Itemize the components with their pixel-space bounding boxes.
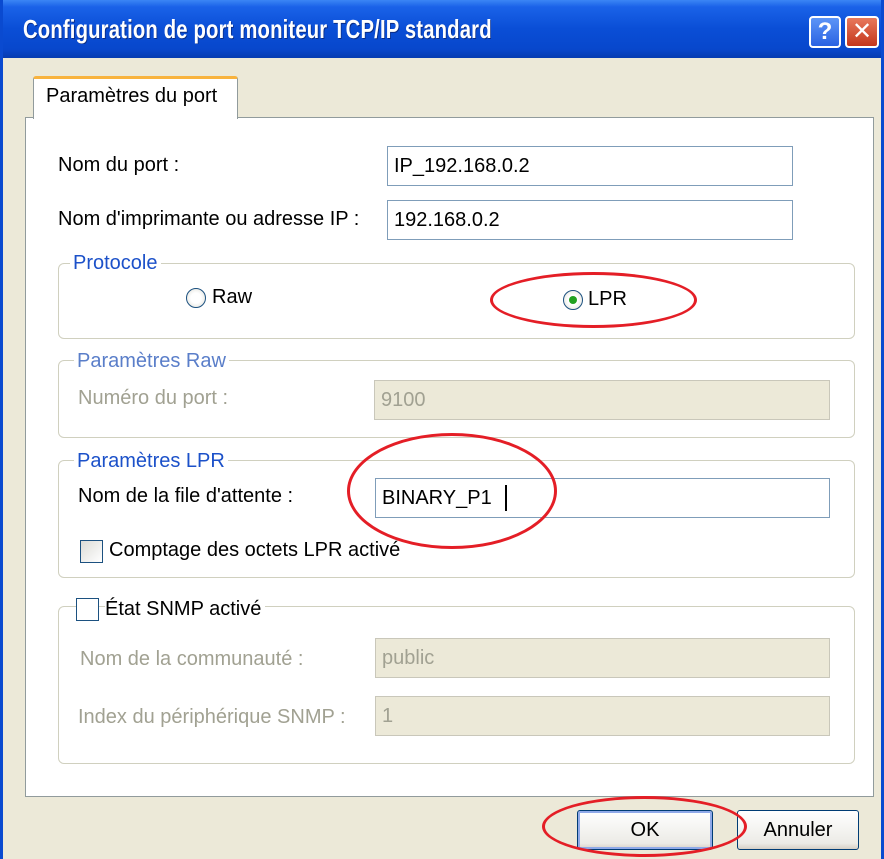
protocol-group bbox=[58, 263, 855, 339]
community-name-field: public bbox=[375, 638, 830, 678]
protocol-group-title: Protocole bbox=[70, 252, 161, 275]
lpr-byte-count-checkbox[interactable] bbox=[80, 540, 103, 563]
port-name-label: Nom du port : bbox=[58, 154, 180, 176]
queue-annotation-ellipse bbox=[347, 433, 557, 549]
community-name-label: Nom de la communauté : bbox=[80, 648, 304, 670]
raw-settings-title: Paramètres Raw bbox=[74, 350, 229, 373]
title-bar[interactable]: Configuration de port moniteur TCP/IP st… bbox=[3, 0, 881, 58]
device-index-label: Index du périphérique SNMP : bbox=[78, 706, 346, 728]
cancel-button[interactable]: Annuler bbox=[737, 810, 859, 850]
queue-name-label: Nom de la file d'attente : bbox=[78, 485, 294, 507]
lpr-settings-title: Paramètres LPR bbox=[74, 450, 228, 473]
lpr-byte-count-label: Comptage des octets LPR activé bbox=[109, 539, 401, 561]
device-index-field: 1 bbox=[375, 696, 830, 736]
snmp-group bbox=[58, 606, 855, 764]
dialog-window: Configuration de port moniteur TCP/IP st… bbox=[0, 0, 884, 859]
tab-label: Paramètres du port bbox=[46, 85, 218, 107]
help-button[interactable]: ? bbox=[809, 16, 841, 48]
printer-address-label: Nom d'imprimante ou adresse IP : bbox=[58, 208, 360, 230]
port-name-field[interactable]: IP_192.168.0.2 bbox=[387, 146, 793, 186]
lpr-annotation-ellipse bbox=[490, 272, 697, 328]
raw-radio-label: Raw bbox=[212, 286, 253, 308]
window-title: Configuration de port moniteur TCP/IP st… bbox=[23, 14, 492, 44]
printer-address-field[interactable]: 192.168.0.2 bbox=[387, 200, 793, 240]
snmp-checkbox-label: État SNMP activé bbox=[105, 598, 266, 621]
close-button[interactable]: ✕ bbox=[845, 16, 879, 48]
tab-port-settings[interactable]: Paramètres du port bbox=[33, 76, 238, 119]
raw-port-number-label: Numéro du port : bbox=[78, 387, 229, 409]
raw-port-number-field: 9100 bbox=[374, 380, 830, 420]
ok-annotation-ellipse bbox=[542, 796, 747, 857]
raw-radio[interactable] bbox=[186, 288, 206, 308]
snmp-checkbox[interactable] bbox=[76, 598, 99, 621]
